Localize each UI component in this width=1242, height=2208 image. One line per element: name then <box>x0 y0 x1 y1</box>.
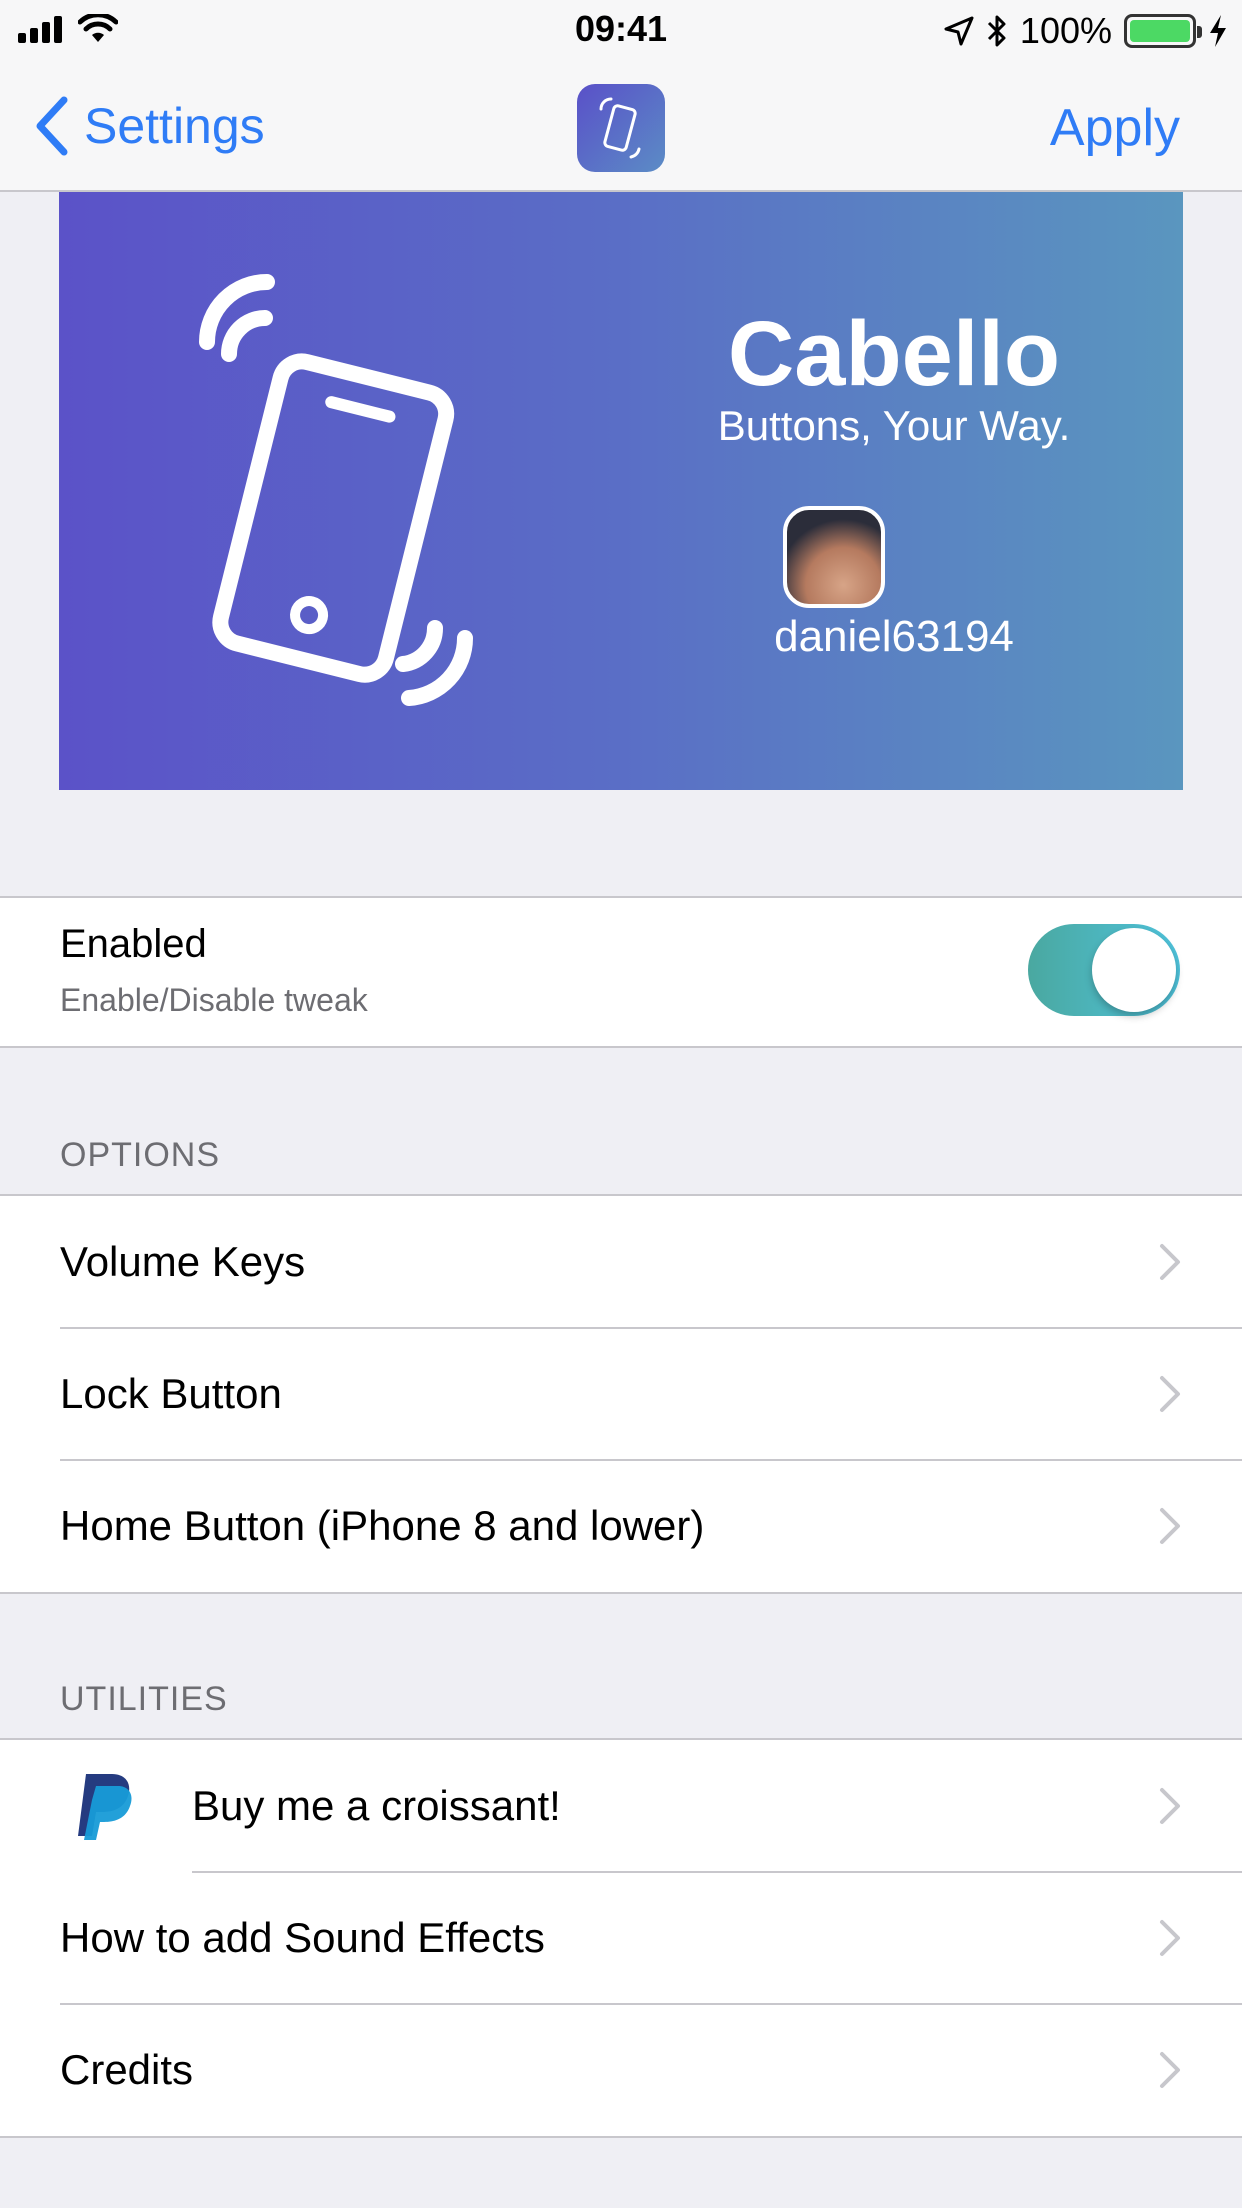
options-group: Volume Keys Lock Button Home Button (iPh… <box>0 1194 1242 1594</box>
vibrating-phone-icon <box>599 97 641 159</box>
chevron-right-icon <box>1160 2052 1180 2088</box>
charging-bolt-icon <box>1210 15 1226 47</box>
options-section-header: OPTIONS <box>60 1136 221 1174</box>
chevron-right-icon <box>1160 1244 1180 1280</box>
app-icon <box>577 84 665 172</box>
chevron-left-icon <box>36 96 68 156</box>
enabled-cell: Enabled Enable/Disable tweak <box>0 898 1242 1046</box>
utility-label: How to add Sound Effects <box>60 1914 545 1961</box>
toggle-knob <box>1092 928 1176 1012</box>
battery-fill <box>1130 20 1190 42</box>
bluetooth-icon <box>987 15 1006 47</box>
option-label: Lock Button <box>60 1370 282 1417</box>
back-button[interactable]: Settings <box>34 96 265 156</box>
enabled-group: Enabled Enable/Disable tweak <box>0 896 1242 1048</box>
author-avatar[interactable] <box>783 506 885 608</box>
enabled-label: Enabled <box>60 922 207 966</box>
enabled-sublabel: Enable/Disable tweak <box>60 982 368 1018</box>
back-button-label: Settings <box>84 98 265 154</box>
option-label: Volume Keys <box>60 1238 306 1285</box>
location-arrow-icon <box>944 16 974 46</box>
chevron-right-icon <box>1160 1376 1180 1412</box>
option-lock-button[interactable]: Lock Button <box>0 1327 1242 1460</box>
apply-button[interactable]: Apply <box>1050 98 1180 158</box>
paypal-icon <box>78 1774 132 1840</box>
utility-credits[interactable]: Credits <box>0 2003 1242 2136</box>
utility-donate[interactable]: Buy me a croissant! <box>0 1740 1242 1872</box>
option-label: Home Button (iPhone 8 and lower) <box>60 1502 705 1549</box>
utility-label: Buy me a croissant! <box>192 1782 561 1829</box>
battery-cap <box>1197 26 1202 38</box>
battery-percent: 100% <box>1019 10 1112 51</box>
status-right: 100% <box>944 10 1228 52</box>
chevron-right-icon <box>1160 1788 1180 1824</box>
battery-icon <box>1124 14 1202 48</box>
utility-label: Credits <box>60 2046 194 2093</box>
chevron-right-icon <box>1160 1508 1180 1544</box>
utilities-section-header: UTILITIES <box>60 1680 228 1718</box>
banner-subtitle: Buttons, Your Way. <box>717 402 1071 449</box>
banner-title: Cabello <box>727 303 1061 405</box>
utility-sound-effects[interactable]: How to add Sound Effects <box>0 1871 1242 2004</box>
enabled-toggle[interactable] <box>1028 924 1180 1016</box>
option-volume-keys[interactable]: Volume Keys <box>0 1196 1242 1328</box>
author-name[interactable]: daniel63194 <box>634 612 1154 662</box>
utilities-group: Buy me a croissant! How to add Sound Eff… <box>0 1738 1242 2138</box>
chevron-right-icon <box>1160 1920 1180 1956</box>
status-bar: 09:41 100% <box>0 0 1242 60</box>
navigation-bar: Settings Apply <box>0 60 1242 192</box>
header-banner: Cabello Buttons, Your Way. daniel63194 <box>59 192 1183 790</box>
vibrating-phone-illustration-icon <box>199 274 474 706</box>
option-home-button[interactable]: Home Button (iPhone 8 and lower) <box>0 1459 1242 1592</box>
